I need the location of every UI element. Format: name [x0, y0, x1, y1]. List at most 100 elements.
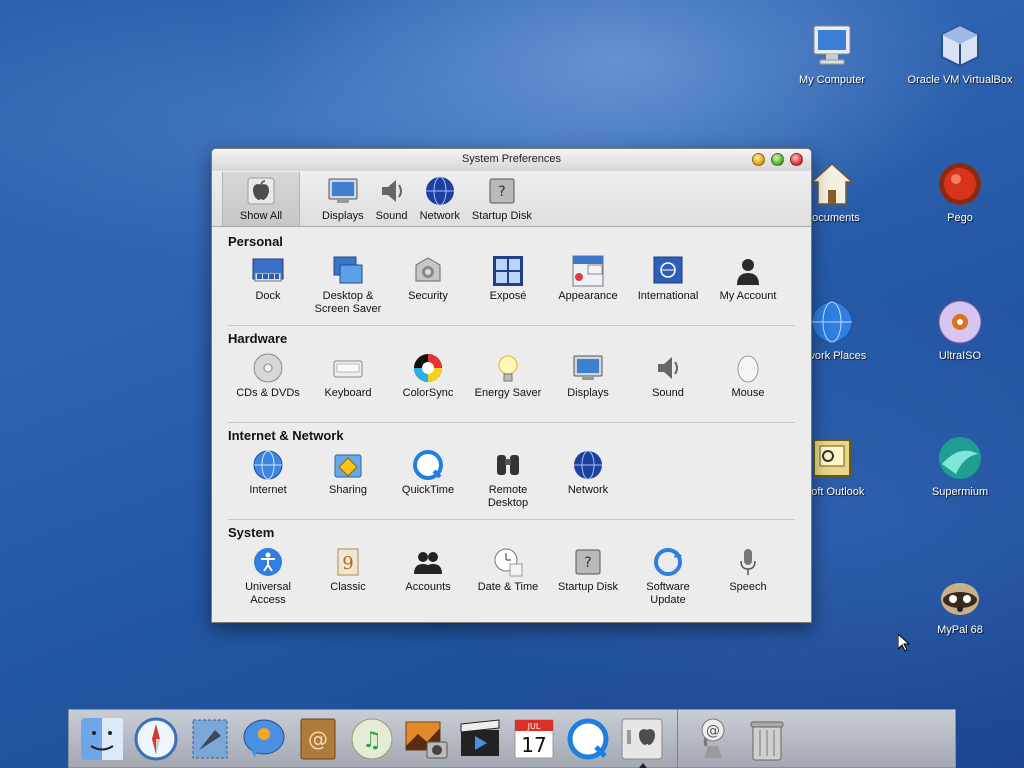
window-titlebar[interactable]: System Preferences [212, 149, 811, 171]
dock-iphoto[interactable] [399, 712, 453, 766]
security-icon [412, 255, 444, 287]
toolbar-show-all[interactable]: Show All [222, 172, 300, 226]
pane-my-account[interactable]: My Account [708, 255, 788, 321]
pane-label: Software Update [646, 581, 690, 606]
pane-label: Energy Saver [474, 387, 542, 399]
pane-cds-dvds[interactable]: CDs & DVDs [228, 352, 308, 418]
desktop-icon-ultraiso[interactable]: UltraISO [900, 298, 1020, 362]
supermium-icon [936, 434, 984, 482]
toolbar-label: Displays [322, 210, 364, 222]
pane-label: Speech [729, 581, 767, 593]
appearance-icon [572, 255, 604, 287]
dock-ichat[interactable] [237, 712, 291, 766]
dock-finder[interactable] [75, 712, 129, 766]
dock-ical[interactable]: JUL 17 [507, 712, 561, 766]
desktop-icon-label: MyPal 68 [937, 624, 983, 636]
pane-label: Startup Disk [558, 581, 618, 593]
pane-label: Classic [330, 581, 366, 593]
pane-sound[interactable]: Sound [628, 352, 708, 418]
pane-universal-access[interactable]: Universal Access [228, 546, 308, 612]
section-hardware: Hardware CDs & DVDs Keyboard ColorSync E… [228, 328, 795, 423]
toolbar-sound[interactable]: Sound [370, 172, 414, 226]
pane-label: Network [567, 484, 609, 496]
clock-icon [492, 546, 524, 578]
dock-imovie[interactable] [453, 712, 507, 766]
pane-label: Remote Desktop [487, 484, 529, 509]
pane-energy-saver[interactable]: Energy Saver [468, 352, 548, 418]
pane-network[interactable]: Network [548, 449, 628, 515]
colorsync-icon [412, 352, 444, 384]
globe-icon [252, 449, 284, 481]
desktop-icon-pego[interactable]: Pego [900, 160, 1020, 224]
pane-startup-disk[interactable]: ? Startup Disk [548, 546, 628, 612]
running-indicator [639, 762, 647, 768]
preferences-content: Personal Dock Desktop & Screen Saver Sec… [212, 227, 811, 616]
desktop-icon [332, 255, 364, 287]
section-title: System [228, 525, 275, 540]
harddisk-icon: ? [572, 546, 604, 578]
desktop-icon-label: Pego [947, 212, 973, 224]
dock-mail[interactable] [183, 712, 237, 766]
pane-keyboard[interactable]: Keyboard [308, 352, 388, 418]
mail-at-icon: @ [690, 716, 736, 762]
pane-international[interactable]: International [628, 255, 708, 321]
pane-sharing[interactable]: Sharing [308, 449, 388, 515]
close-button[interactable] [790, 153, 803, 166]
section-personal: Personal Dock Desktop & Screen Saver Sec… [228, 231, 795, 326]
pane-accounts[interactable]: Accounts [388, 546, 468, 612]
pane-desktop-screen-saver[interactable]: Desktop & Screen Saver [308, 255, 388, 321]
dock-system-preferences[interactable] [615, 712, 669, 768]
pane-mouse[interactable]: Mouse [708, 352, 788, 418]
pane-expose[interactable]: Exposé [468, 255, 548, 321]
minimize-button[interactable] [752, 153, 765, 166]
pane-classic[interactable]: 9 Classic [308, 546, 388, 612]
pane-label: Displays [567, 387, 609, 399]
bulb-icon [492, 352, 524, 384]
desktop-icon-label: Oracle VM VirtualBox [907, 74, 1013, 86]
pane-internet[interactable]: Internet [228, 449, 308, 515]
dock-address-book[interactable]: @ [291, 712, 345, 766]
section-system: System Universal Access 9 Classic Account… [228, 522, 795, 616]
pane-displays[interactable]: Displays [548, 352, 628, 418]
dock-trash[interactable] [740, 712, 794, 766]
globe-icon [808, 298, 856, 346]
accessibility-icon [252, 546, 284, 578]
desktop-icon-supermium[interactable]: Supermium [900, 434, 1020, 498]
zoom-button[interactable] [771, 153, 784, 166]
cd-icon [252, 352, 284, 384]
toolbar-startup-disk[interactable]: ? Startup Disk [466, 172, 538, 226]
computer-icon [808, 22, 856, 70]
speaker-icon [652, 352, 684, 384]
ichat-icon [241, 716, 287, 762]
svg-text:@: @ [308, 727, 328, 751]
desktop-icon-label: Supermium [931, 486, 989, 498]
dock-safari[interactable] [129, 712, 183, 766]
dock-icon [252, 255, 284, 287]
toolbar-displays[interactable]: Displays [316, 172, 370, 226]
pane-remote-desktop[interactable]: Remote Desktop [468, 449, 548, 515]
section-title: Hardware [228, 331, 288, 346]
pane-software-update[interactable]: Software Update [628, 546, 708, 612]
harddisk-icon: ? [486, 175, 518, 207]
pego-icon [936, 160, 984, 208]
house-icon [808, 160, 856, 208]
ical-icon: JUL 17 [511, 716, 557, 762]
pane-quicktime[interactable]: QuickTime [388, 449, 468, 515]
pane-speech[interactable]: Speech [708, 546, 788, 612]
toolbar-network[interactable]: Network [414, 172, 466, 226]
window-controls [752, 153, 803, 166]
pane-appearance[interactable]: Appearance [548, 255, 628, 321]
dock-itunes[interactable]: ♫ [345, 712, 399, 766]
pane-date-time[interactable]: Date & Time [468, 546, 548, 612]
pane-colorsync[interactable]: ColorSync [388, 352, 468, 418]
dock-mail-at[interactable]: @ [686, 712, 740, 766]
desktop-icon-mypal[interactable]: MyPal 68 [900, 572, 1020, 636]
speaker-icon [376, 175, 408, 207]
mouse-icon [732, 352, 764, 384]
pane-label: Date & Time [477, 581, 539, 593]
pane-security[interactable]: Security [388, 255, 468, 321]
desktop-icon-my-computer[interactable]: My Computer [772, 22, 892, 86]
dock-quicktime[interactable] [561, 712, 615, 766]
desktop-icon-virtualbox[interactable]: Oracle VM VirtualBox [900, 22, 1020, 86]
pane-dock[interactable]: Dock [228, 255, 308, 321]
